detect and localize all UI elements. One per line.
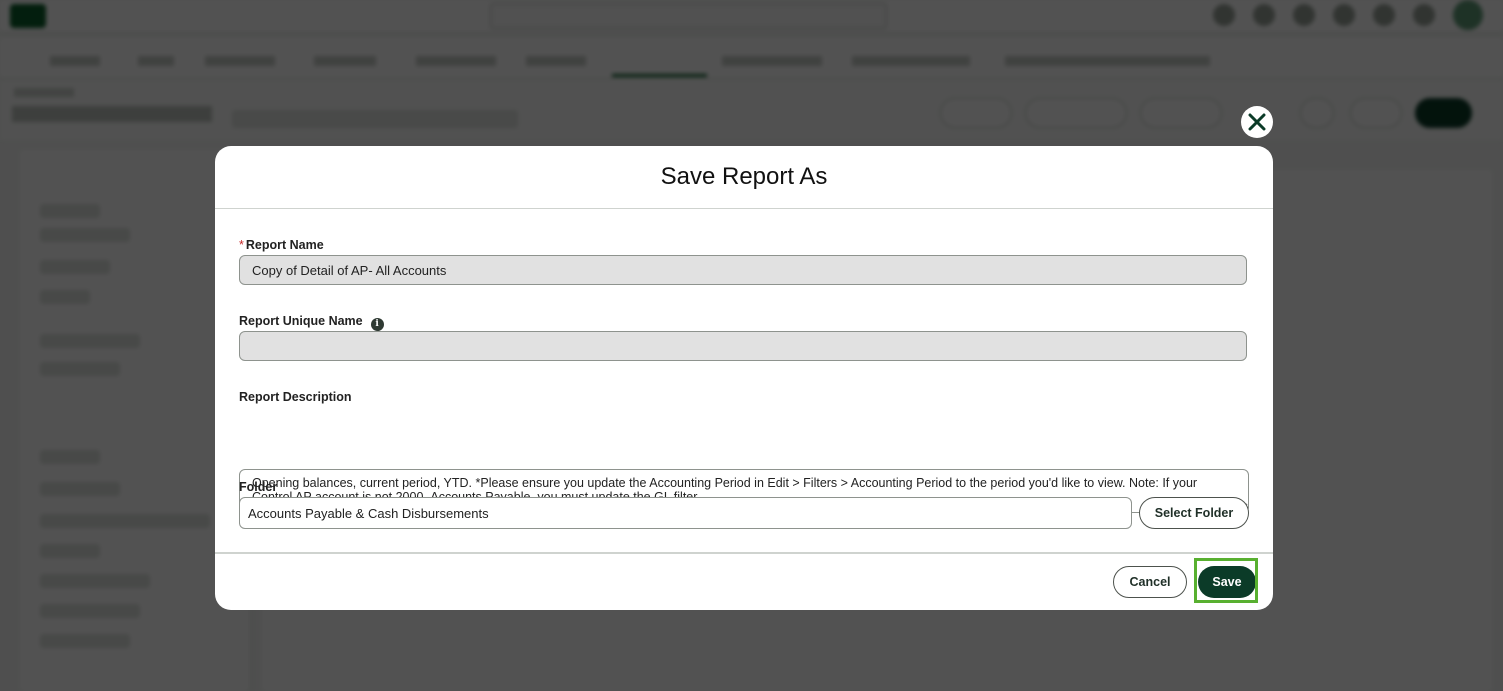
save-button[interactable]: Save	[1198, 566, 1256, 598]
description-label-text: Report Description	[239, 390, 352, 404]
unique-name-label-text: Report Unique Name	[239, 314, 363, 328]
required-mark: *	[239, 238, 244, 252]
unique-name-label: Report Unique Name i	[239, 314, 384, 331]
folder-label: Folder	[239, 480, 277, 494]
cancel-button[interactable]: Cancel	[1113, 566, 1187, 598]
save-report-dialog: Save Report As *Report Name Report Uniqu…	[215, 146, 1273, 610]
folder-input[interactable]	[239, 497, 1132, 529]
report-name-label-text: Report Name	[245, 238, 324, 252]
info-icon[interactable]: i	[370, 318, 384, 331]
dialog-header: Save Report As	[215, 146, 1273, 209]
dialog-footer: Cancel Save	[215, 552, 1273, 610]
select-folder-button[interactable]: Select Folder	[1139, 497, 1249, 529]
dialog-title: Save Report As	[660, 163, 828, 190]
report-name-label: * Report Name	[239, 238, 324, 252]
report-name-input[interactable]	[239, 255, 1247, 285]
description-label: Report Description	[239, 390, 352, 404]
close-button[interactable]	[1241, 106, 1273, 138]
close-icon	[1242, 107, 1272, 137]
dialog-body: *Report Name Report Unique Name i Report …	[215, 209, 1273, 553]
unique-name-input[interactable]	[239, 331, 1247, 361]
folder-label-text: Folder	[239, 480, 278, 494]
